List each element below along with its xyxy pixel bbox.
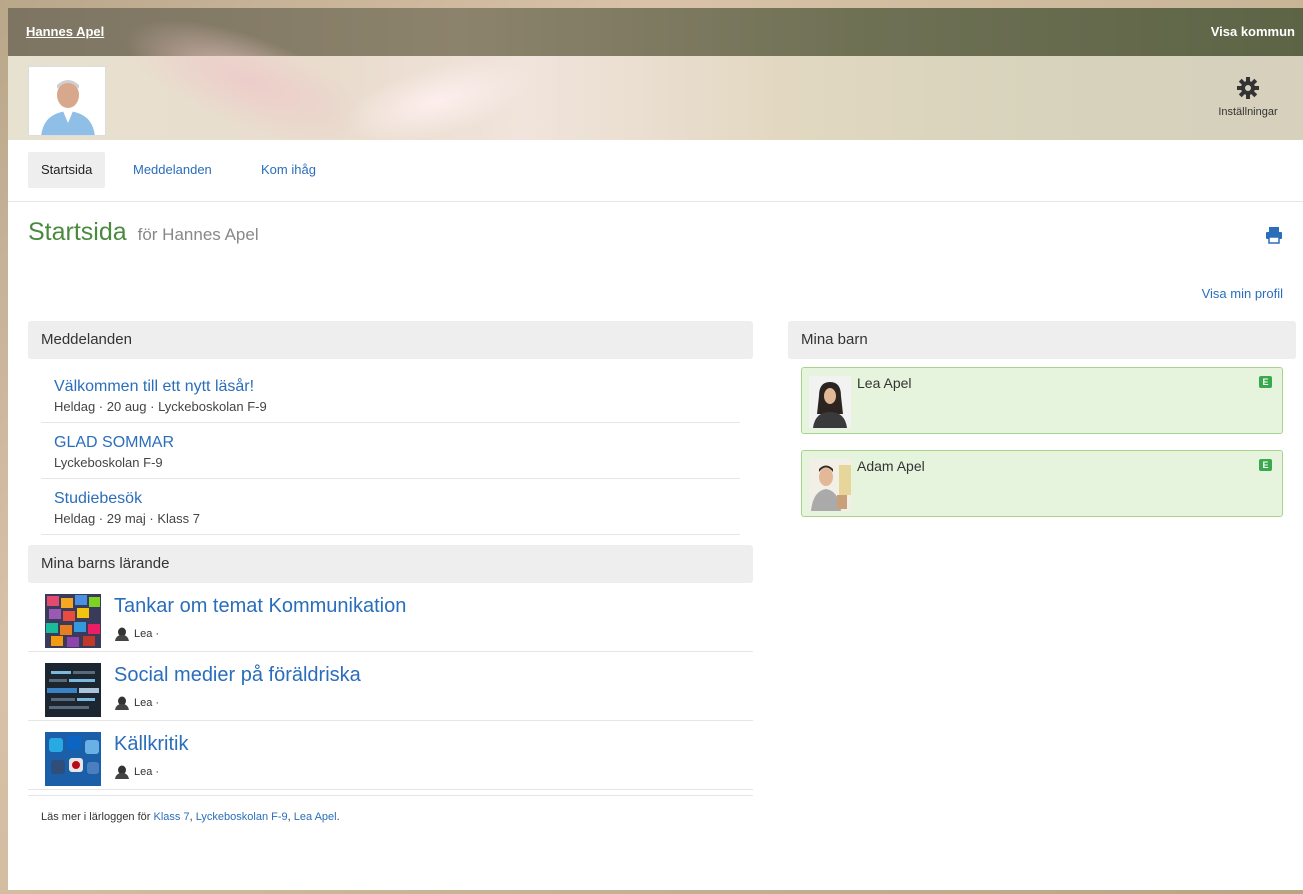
learning-child: Lea · <box>134 766 160 778</box>
visa-kommun-link[interactable]: Visa kommun <box>1211 24 1295 39</box>
gear-icon <box>1237 77 1259 99</box>
avatar[interactable] <box>28 66 106 136</box>
learning-item[interactable]: Social medier på föräldriska Lea · <box>28 652 753 721</box>
learning-item[interactable]: Källkritik Lea · <box>28 721 753 790</box>
profile-banner: Inställningar <box>8 8 1303 168</box>
learning-meta: Lea · <box>114 765 159 779</box>
learning-title[interactable]: Social medier på föräldriska <box>114 664 361 687</box>
child-photo[interactable] <box>809 459 851 511</box>
learning-panel-heading: Mina barns lärande <box>28 545 753 583</box>
right-column: Mina barn Lea Apel E Adam Apel E <box>788 321 1296 517</box>
page-header: Startsida för Hannes Apel Visa min profi… <box>8 202 1303 318</box>
app-frame: Hannes Apel Visa kommun Inställningar St… <box>8 8 1303 890</box>
child-badge: E <box>1259 376 1272 388</box>
child-avatar-icon <box>115 765 129 779</box>
child-name[interactable]: Adam Apel <box>857 458 925 474</box>
message-item[interactable]: Välkommen till ett nytt läsår! Heldag · … <box>41 367 740 423</box>
lärlogg-footer: Läs mer i lärloggen för Klass 7, Lyckebo… <box>28 795 753 823</box>
learning-thumbnail[interactable] <box>45 663 101 717</box>
footer-end: . <box>336 811 340 823</box>
learning-title[interactable]: Källkritik <box>114 733 188 756</box>
children-panel-heading: Mina barn <box>788 321 1296 359</box>
tab-kom-ihag[interactable]: Kom ihåg <box>248 152 329 188</box>
child-badge: E <box>1259 459 1272 471</box>
learning-title[interactable]: Tankar om temat Kommunikation <box>114 595 406 618</box>
tab-meddelanden[interactable]: Meddelanden <box>120 152 225 188</box>
left-column: Meddelanden Välkommen till ett nytt läså… <box>28 321 753 823</box>
print-icon[interactable] <box>1265 226 1283 249</box>
child-card[interactable]: Lea Apel E <box>801 367 1283 434</box>
settings-button[interactable]: Inställningar <box>1203 76 1293 118</box>
settings-label: Inställningar <box>1218 106 1278 118</box>
learning-child: Lea · <box>134 697 160 709</box>
tab-startsida[interactable]: Startsida <box>28 152 106 188</box>
child-avatar-icon <box>115 696 129 710</box>
child-name[interactable]: Lea Apel <box>857 375 912 391</box>
footer-link-school[interactable]: Lyckeboskolan F-9 <box>196 811 288 823</box>
learning-meta: Lea · <box>114 696 159 710</box>
message-title[interactable]: GLAD SOMMAR <box>54 433 727 453</box>
message-title[interactable]: Studiebesök <box>54 489 727 509</box>
visa-min-profil-link[interactable]: Visa min profil <box>1202 286 1283 301</box>
message-title[interactable]: Välkommen till ett nytt läsår! <box>54 377 727 397</box>
footer-link-klass[interactable]: Klass 7 <box>154 811 190 823</box>
message-meta: Heldag · 29 maj · Klass 7 <box>54 511 200 526</box>
learning-thumbnail[interactable] <box>45 732 101 786</box>
page-title-text: Startsida <box>28 218 127 246</box>
main-tabs: Startsida Meddelanden Kom ihåg <box>8 140 1303 202</box>
footer-prefix: Läs mer i lärloggen för <box>41 811 151 823</box>
learning-child: Lea · <box>134 628 160 640</box>
messages-list: Välkommen till ett nytt läsår! Heldag · … <box>28 359 753 535</box>
child-card[interactable]: Adam Apel E <box>801 450 1283 517</box>
message-meta: Heldag · 20 aug · Lyckeboskolan F-9 <box>54 399 267 414</box>
message-meta: Lyckeboskolan F-9 <box>54 455 163 470</box>
user-name-link[interactable]: Hannes Apel <box>26 24 104 39</box>
message-item[interactable]: GLAD SOMMAR Lyckeboskolan F-9 <box>41 423 740 479</box>
footer-link-child[interactable]: Lea Apel <box>294 811 337 823</box>
learning-item[interactable]: Tankar om temat Kommunikation Lea · <box>28 583 753 652</box>
message-item[interactable]: Studiebesök Heldag · 29 maj · Klass 7 <box>41 479 740 535</box>
messages-panel-heading: Meddelanden <box>28 321 753 359</box>
page-title: Startsida för Hannes Apel <box>28 218 259 247</box>
page-subtitle: för Hannes Apel <box>137 225 259 244</box>
learning-meta: Lea · <box>114 627 159 641</box>
learning-list: Tankar om temat Kommunikation Lea · Soci… <box>28 583 753 790</box>
child-photo[interactable] <box>809 376 851 428</box>
child-avatar-icon <box>115 627 129 641</box>
learning-thumbnail[interactable] <box>45 594 101 648</box>
